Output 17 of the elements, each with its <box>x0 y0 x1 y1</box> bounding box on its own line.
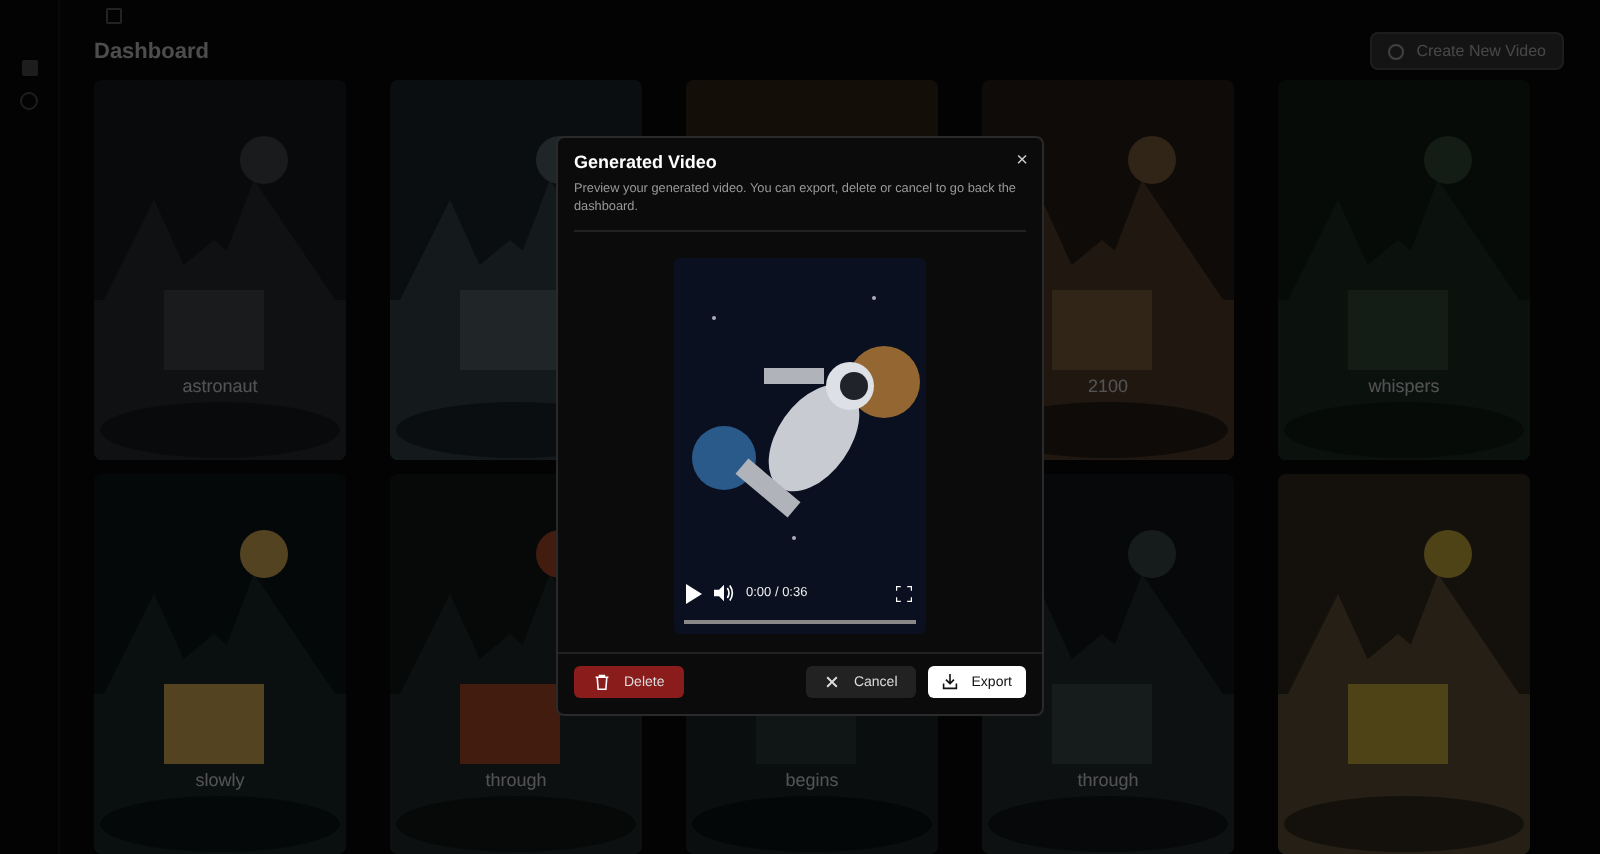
download-icon <box>941 674 958 690</box>
dialog-title: Generated Video <box>574 152 717 172</box>
close-button[interactable]: × <box>1016 152 1028 172</box>
volume-icon[interactable] <box>714 584 734 603</box>
plus-icon <box>1388 43 1405 59</box>
card-caption: begins <box>785 770 839 790</box>
card-caption: 2100 <box>1087 376 1129 396</box>
page-title: Dashboard <box>94 39 209 63</box>
close-icon <box>823 674 840 690</box>
card-caption: through <box>485 770 547 790</box>
progress-bar[interactable] <box>684 619 916 624</box>
card-caption: whispers <box>1368 376 1440 396</box>
fullscreen-icon[interactable] <box>896 585 912 602</box>
card-caption: slowly <box>195 770 245 790</box>
card-caption: through <box>1077 770 1139 790</box>
trash-icon <box>594 674 610 690</box>
card-caption: astronaut <box>182 376 258 396</box>
